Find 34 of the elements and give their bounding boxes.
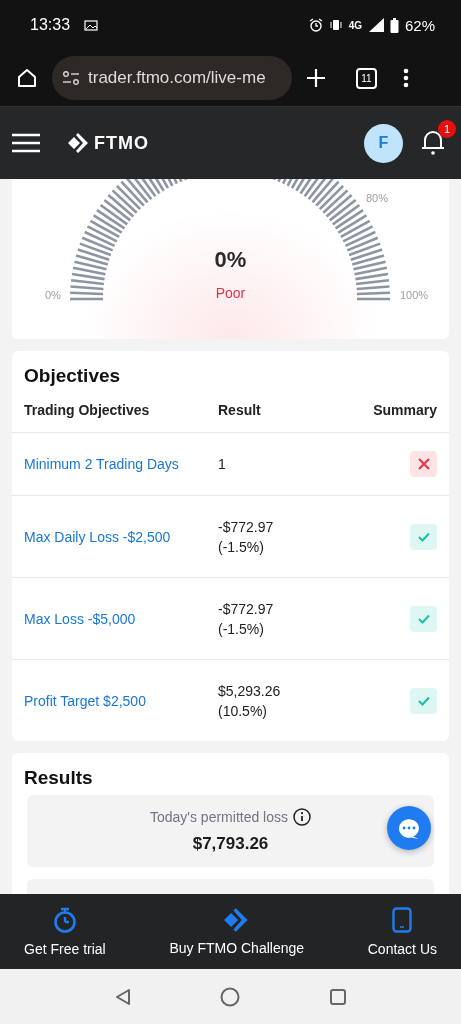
objective-link[interactable]: Max Loss -$5,000 xyxy=(24,610,218,627)
nav-button[interactable]: Buy FTMO Challenge xyxy=(169,907,305,956)
column-header: Summary xyxy=(372,401,437,418)
column-header: Result xyxy=(218,401,262,418)
nav-button[interactable]: Get Free trial xyxy=(24,906,106,957)
tab-count-button[interactable]: 11 xyxy=(356,67,377,89)
gauge-tick-label: 80% xyxy=(366,192,389,204)
objective-link[interactable]: Profit Target $2,500 xyxy=(24,692,218,709)
tile-value: $7,793.26 xyxy=(192,834,269,854)
network-type: 4G xyxy=(348,19,362,31)
clock-time: 13:33 xyxy=(30,16,71,34)
gauge-min-label: 0% xyxy=(45,289,61,301)
result-value: $5,293.26 xyxy=(218,682,282,699)
result-value: 1 xyxy=(218,456,227,472)
nav-button[interactable]: Contact Us xyxy=(367,906,437,957)
battery-level: 62% xyxy=(404,16,435,34)
gauge-value: 0% xyxy=(214,247,247,273)
objective-link[interactable]: Minimum 2 Trading Days xyxy=(24,456,218,472)
result-value: -$772.97 xyxy=(218,600,275,617)
tile-label: Today's permitted loss xyxy=(149,809,289,825)
gauge-rating: Poor xyxy=(215,285,246,301)
notification-badge: 1 xyxy=(438,120,456,138)
url-text: trader.ftmo.com/live-me xyxy=(88,68,266,88)
result-value: (-1.5%) xyxy=(218,620,265,637)
result-value: (-1.5%) xyxy=(218,538,265,555)
card-title: Results xyxy=(24,767,94,789)
result-value: -$772.97 xyxy=(218,518,275,535)
logo-text: FTMO xyxy=(94,132,149,154)
card-title: Objectives xyxy=(24,365,122,387)
gauge-max-label: 100% xyxy=(400,289,429,301)
column-header: Trading Objectives xyxy=(24,401,151,418)
objective-link[interactable]: Max Daily Loss -$2,500 xyxy=(24,528,218,545)
address-bar[interactable]: trader.ftmo.com/live-me xyxy=(52,56,292,100)
result-value: (10.5%) xyxy=(218,702,269,719)
